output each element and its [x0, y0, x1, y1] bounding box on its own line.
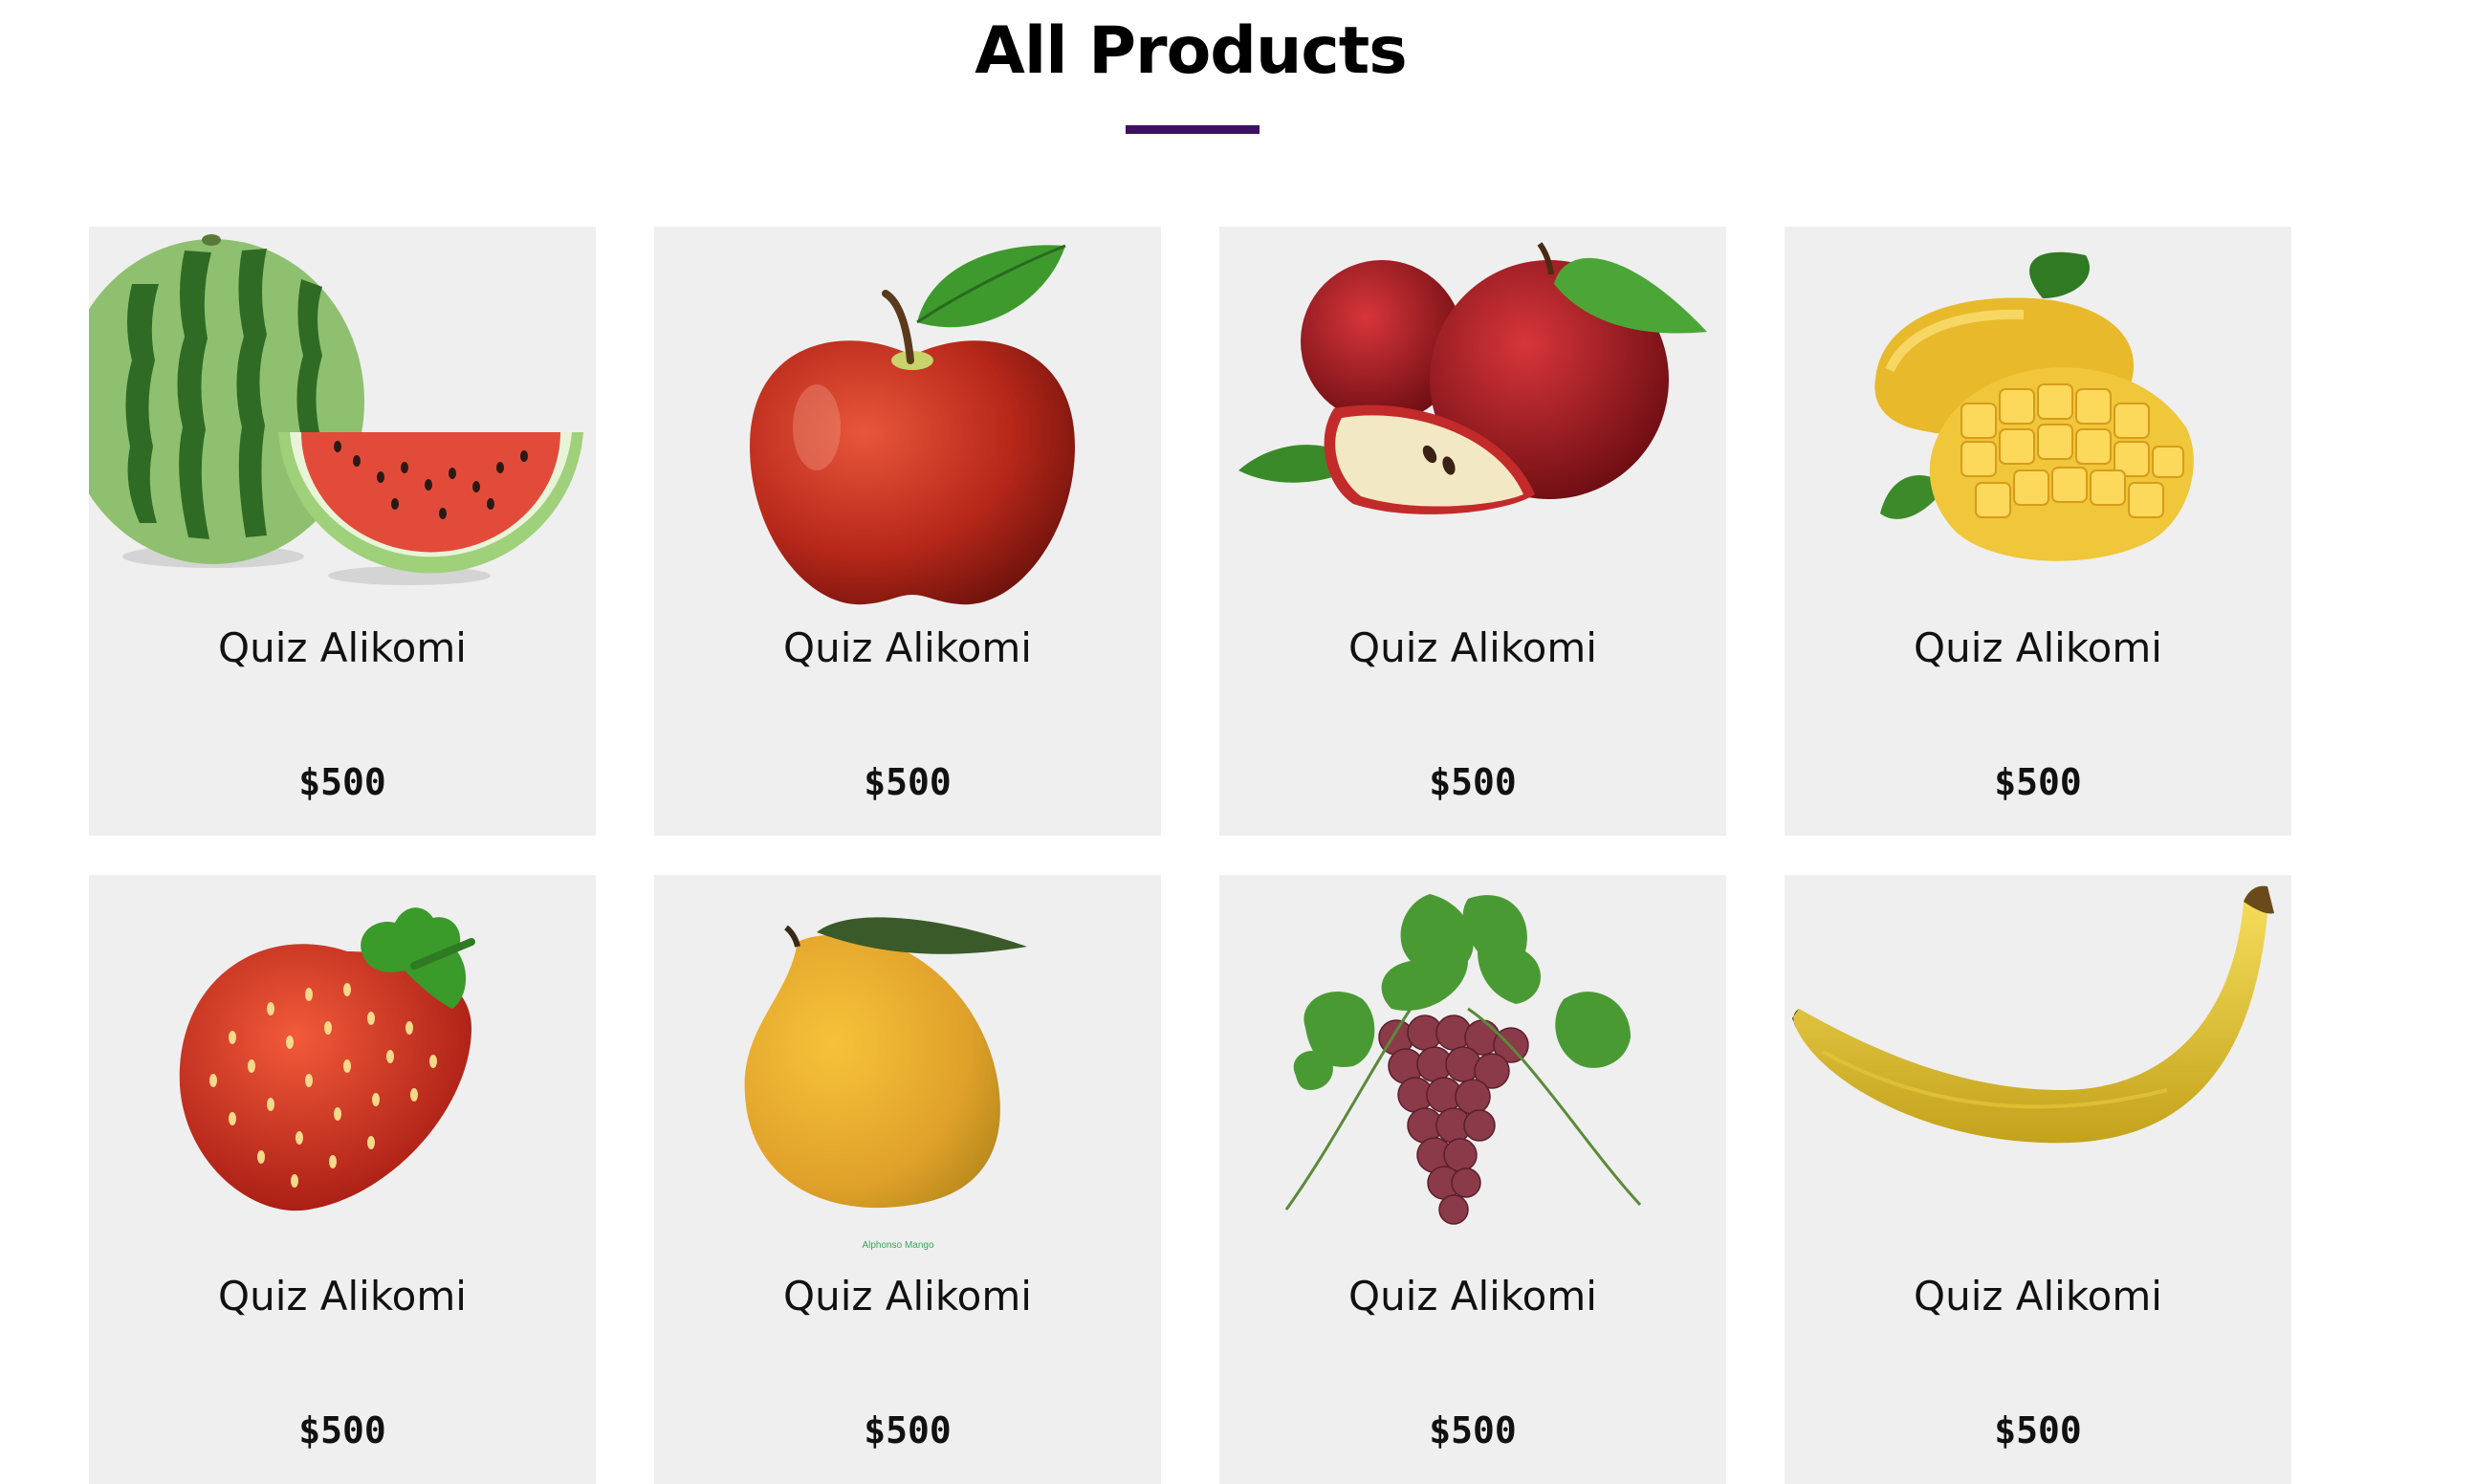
page-title: All Products: [975, 13, 1407, 89]
product-price: $500: [1994, 1409, 2082, 1451]
product-price: $500: [1994, 761, 2082, 803]
title-underline: [1126, 125, 1259, 134]
banana-image: [1785, 875, 2291, 1257]
product-price: $500: [1429, 761, 1517, 803]
product-card[interactable]: Quiz Alikomi $500: [89, 875, 596, 1484]
product-card[interactable]: Quiz Alikomi $500: [1785, 875, 2291, 1484]
grapes-image: [1219, 875, 1726, 1257]
product-name[interactable]: Quiz Alikomi: [1785, 1272, 2291, 1321]
product-name[interactable]: Quiz Alikomi: [1219, 623, 1726, 673]
product-card[interactable]: Quiz Alikomi $500: [654, 227, 1161, 836]
product-price: $500: [1429, 1409, 1517, 1451]
product-name[interactable]: Quiz Alikomi: [89, 1272, 596, 1321]
product-name[interactable]: Quiz Alikomi: [1785, 623, 2291, 673]
product-image-caption: Alphonso Mango: [862, 1240, 933, 1251]
product-card[interactable]: Quiz Alikomi $500: [1219, 227, 1726, 836]
product-price: $500: [864, 761, 952, 803]
apple-image: [654, 227, 1161, 609]
product-card[interactable]: Quiz Alikomi $500: [1785, 227, 2291, 836]
product-card[interactable]: Quiz Alikomi $500: [1219, 875, 1726, 1484]
strawberry-image: [89, 875, 596, 1257]
product-name[interactable]: Quiz Alikomi: [1219, 1272, 1726, 1321]
watermelon-image: [89, 227, 596, 609]
alphonso-mango-image: Alphonso Mango: [654, 875, 1161, 1257]
product-card[interactable]: Alphonso Mango Quiz Alikomi $500: [654, 875, 1161, 1484]
product-price: $500: [298, 1409, 386, 1451]
product-card[interactable]: Quiz Alikomi $500: [89, 227, 596, 836]
product-price: $500: [298, 761, 386, 803]
product-grid: Quiz Alikomi $500 Quiz Alikomi $500 Quiz…: [89, 227, 2293, 1484]
product-name[interactable]: Quiz Alikomi: [654, 623, 1161, 673]
product-name[interactable]: Quiz Alikomi: [89, 623, 596, 673]
product-price: $500: [864, 1409, 952, 1451]
mango-cut-image: [1785, 227, 2291, 609]
apples-with-slice-image: [1219, 227, 1726, 609]
product-name[interactable]: Quiz Alikomi: [654, 1272, 1161, 1321]
